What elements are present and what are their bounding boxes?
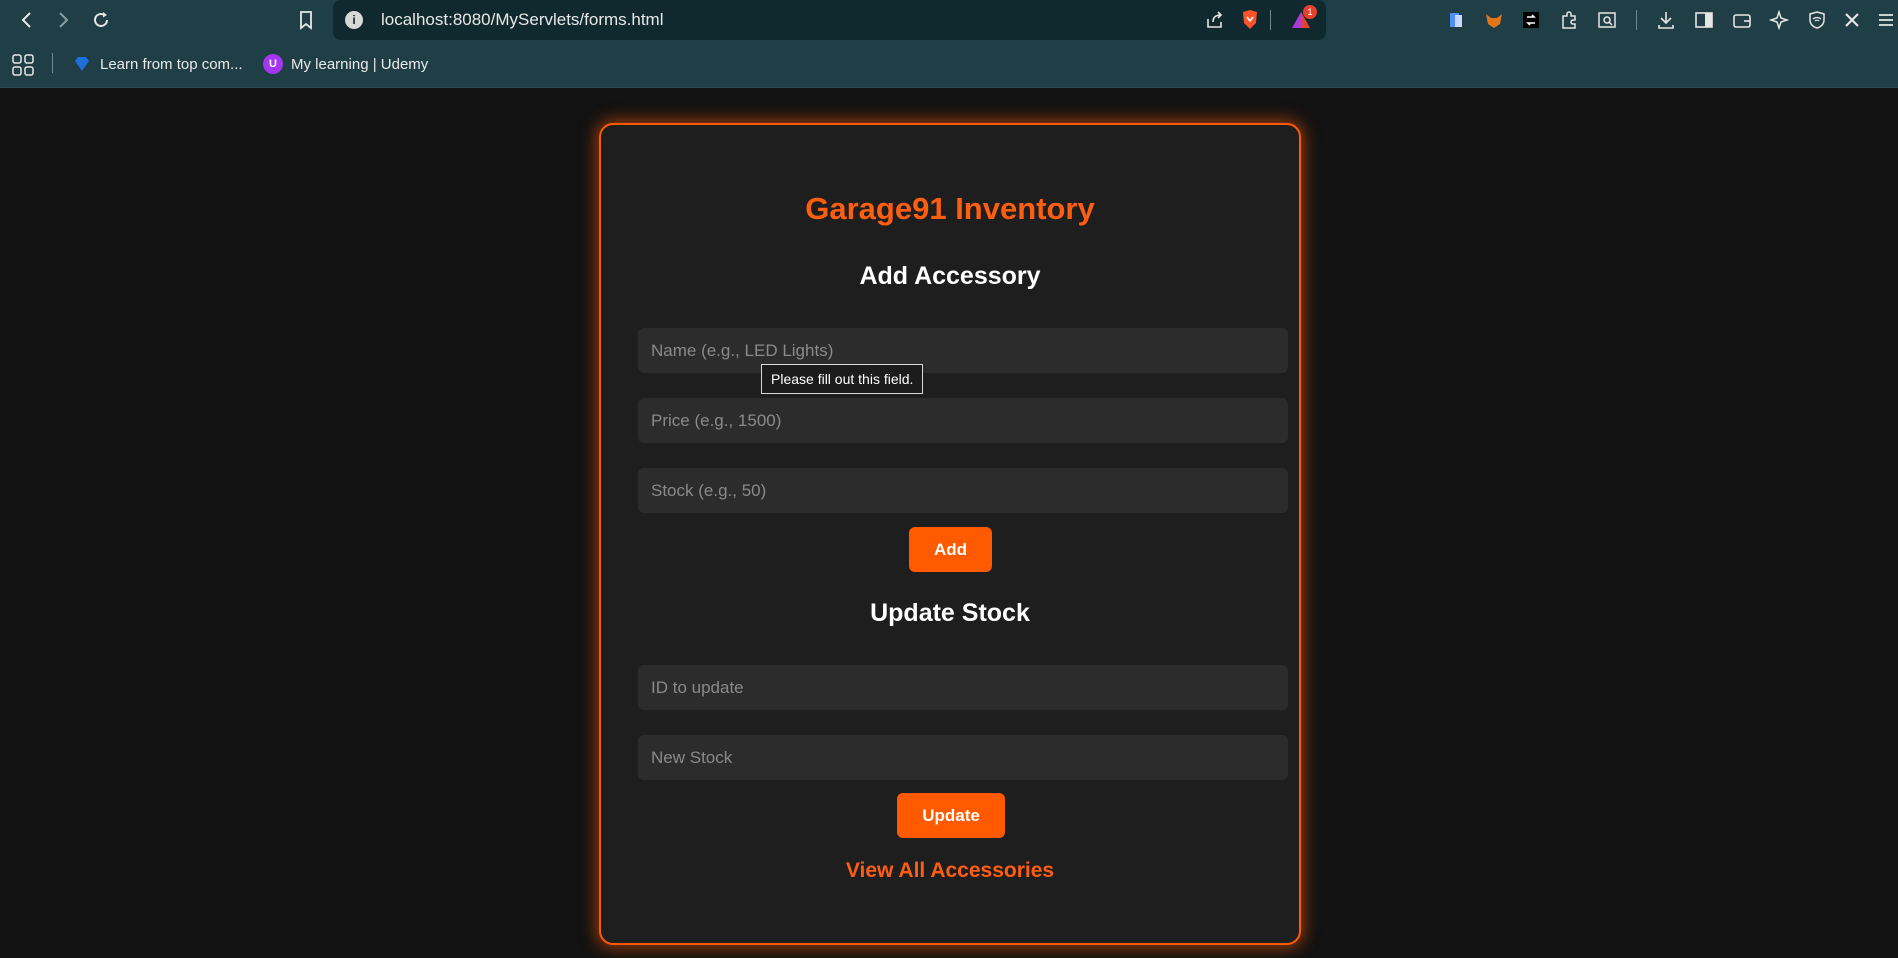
new-stock-input[interactable]: [638, 735, 1288, 780]
share-icon[interactable]: [1203, 8, 1227, 32]
update-stock-heading: Update Stock: [870, 599, 1030, 627]
address-bar[interactable]: i localhost:8080/MyServlets/forms.html 1: [333, 0, 1326, 40]
id-input[interactable]: [638, 665, 1288, 710]
name-input[interactable]: [638, 328, 1288, 373]
extension-sync-icon[interactable]: [1519, 8, 1543, 32]
update-button[interactable]: Update: [897, 793, 1005, 838]
extensions-puzzle-icon[interactable]: [1557, 8, 1581, 32]
view-all-accessories-link[interactable]: View All Accessories: [601, 859, 1299, 883]
add-accessory-heading: Add Accessory: [859, 262, 1041, 290]
brave-shields-icon[interactable]: [1238, 8, 1262, 32]
menu-icon[interactable]: [1874, 8, 1898, 32]
sidebar-toggle-icon[interactable]: [1692, 8, 1716, 32]
leo-ai-icon[interactable]: [1767, 8, 1791, 32]
extension-fox-icon[interactable]: [1482, 8, 1506, 32]
chevron-right-icon: [59, 12, 69, 28]
bookmark-label: My learning | Udemy: [291, 55, 429, 73]
extension-search-icon[interactable]: [1595, 8, 1619, 32]
site-info-icon[interactable]: i: [345, 11, 363, 29]
toolbar-separator: [1636, 10, 1637, 30]
back-button[interactable]: [12, 6, 42, 34]
tools-icon[interactable]: [1840, 8, 1864, 32]
browser-toolbar: i localhost:8080/MyServlets/forms.html 1: [0, 0, 1898, 40]
udemy-icon: U: [263, 54, 283, 74]
url-text[interactable]: localhost:8080/MyServlets/forms.html: [381, 10, 664, 30]
page-title: Garage91 Inventory: [805, 191, 1095, 226]
vpn-icon[interactable]: [1805, 8, 1829, 32]
validation-tooltip: Please fill out this field.: [761, 364, 924, 394]
apps-grid-icon[interactable]: [12, 54, 34, 76]
bookmark-icon: [300, 11, 312, 30]
urlbar-separator: [1270, 10, 1271, 30]
diamond-icon: [72, 54, 92, 74]
rewards-badge: 1: [1303, 5, 1317, 19]
price-input[interactable]: [638, 398, 1288, 443]
reload-button[interactable]: [86, 6, 116, 34]
bookmark-page-button[interactable]: [291, 6, 321, 34]
reload-icon: [94, 12, 108, 27]
bookmark-item-learn[interactable]: Learn from top com...: [72, 52, 243, 76]
extension-docs-icon[interactable]: [1444, 8, 1468, 32]
bookmark-item-udemy[interactable]: U My learning | Udemy: [263, 52, 428, 76]
forward-button[interactable]: [48, 6, 78, 34]
brave-rewards-icon[interactable]: 1: [1289, 5, 1317, 32]
add-button[interactable]: Add: [909, 527, 992, 572]
downloads-icon[interactable]: [1654, 8, 1678, 32]
stock-input[interactable]: [638, 468, 1288, 513]
bookmarks-separator: [52, 53, 53, 73]
inventory-card: Garage91 Inventory Add Accessory Add Upd…: [599, 123, 1301, 945]
wallet-icon[interactable]: [1730, 8, 1754, 32]
chevron-left-icon: [21, 12, 31, 28]
bookmark-label: Learn from top com...: [100, 55, 243, 73]
